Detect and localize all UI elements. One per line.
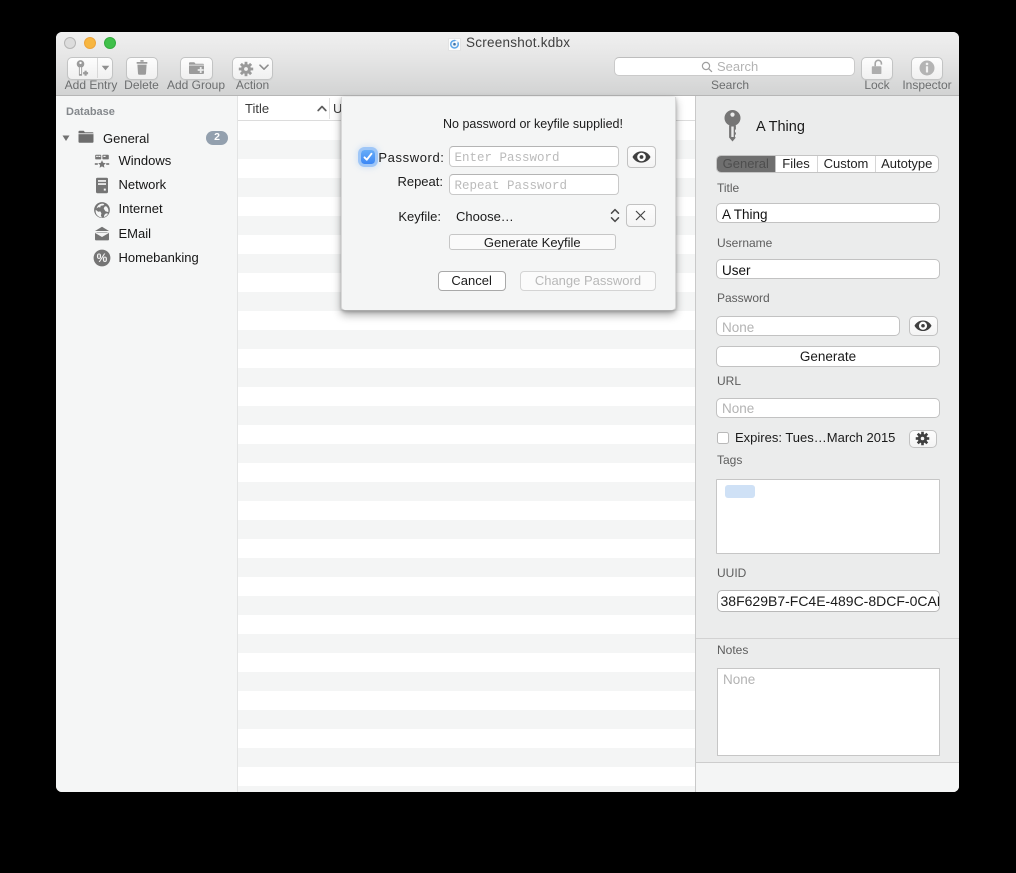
svg-text:%: % bbox=[96, 251, 107, 265]
